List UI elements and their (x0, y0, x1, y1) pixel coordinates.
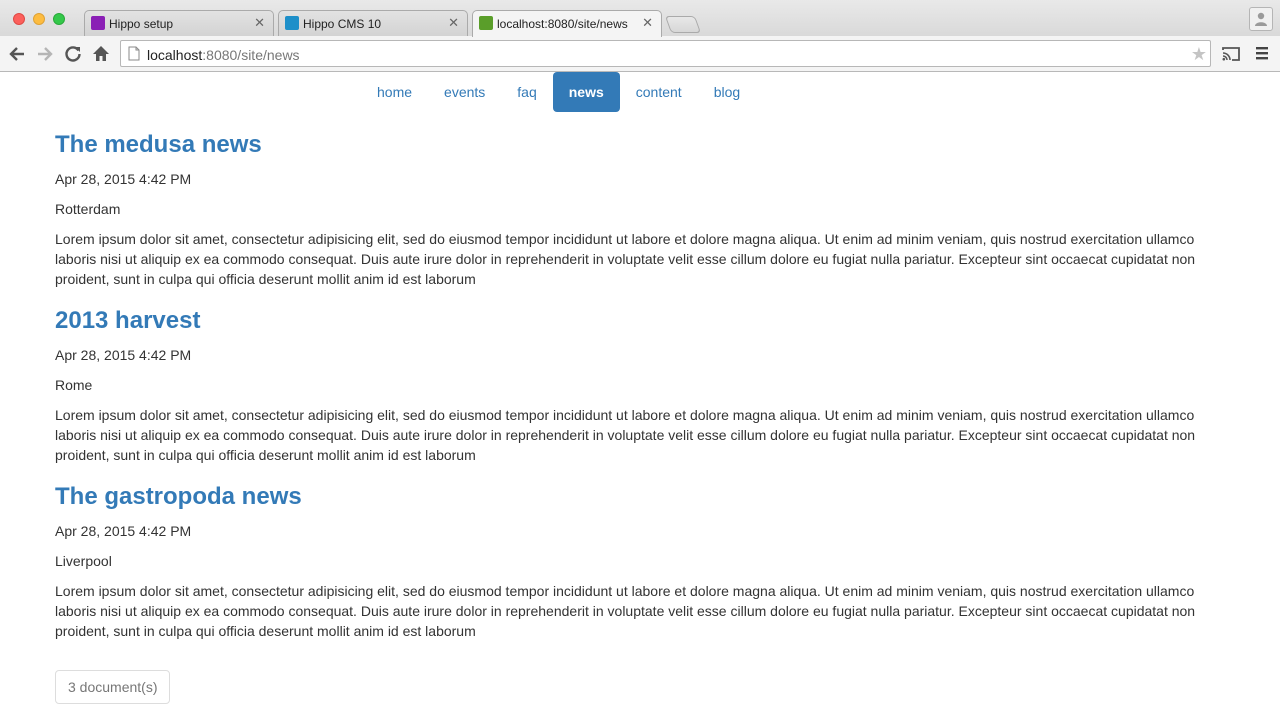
article-title-link[interactable]: The gastropoda news (55, 482, 1225, 512)
tab-close-icon[interactable]: ✕ (448, 15, 459, 31)
page-icon (128, 46, 140, 61)
browser-tab-hippo-setup[interactable]: Hippo setup ✕ (84, 10, 274, 36)
close-window-button[interactable] (13, 13, 25, 25)
site-nav: home events faq news content blog (361, 72, 756, 112)
profile-button[interactable] (1249, 7, 1273, 31)
cast-icon[interactable] (1221, 45, 1241, 63)
browser-tab-hippo-cms[interactable]: Hippo CMS 10 ✕ (278, 10, 468, 36)
tab-close-icon[interactable]: ✕ (642, 15, 653, 31)
article-location: Rome (55, 377, 93, 393)
nav-item-faq[interactable]: faq (501, 72, 552, 112)
nav-item-events[interactable]: events (428, 72, 501, 112)
browser-toolbar: localhost:8080/site/news ★ (0, 36, 1280, 72)
back-arrow-icon[interactable] (7, 44, 27, 64)
tab-title: Hippo setup (109, 17, 174, 31)
article-date: Apr 28, 2015 4:42 PM (55, 347, 192, 363)
article-body: Lorem ipsum dolor sit amet, consectetur … (55, 583, 1196, 639)
tab-title: Hippo CMS 10 (303, 17, 382, 31)
url-path: :8080/site/news (202, 47, 300, 63)
url-host: localhost (147, 47, 203, 63)
site-favicon-icon (479, 16, 493, 30)
article-body: Lorem ipsum dolor sit amet, consectetur … (55, 231, 1196, 287)
news-article: The gastropoda news Apr 28, 2015 4:42 PM… (55, 482, 1225, 658)
reload-icon[interactable] (63, 44, 83, 64)
bookmark-star-icon[interactable]: ★ (1191, 44, 1207, 65)
article-location: Rotterdam (55, 201, 121, 217)
article-body: Lorem ipsum dolor sit amet, consectetur … (55, 407, 1196, 463)
article-date: Apr 28, 2015 4:42 PM (55, 523, 192, 539)
zoom-window-button[interactable] (53, 13, 65, 25)
browser-titlebar: Hippo setup ✕ Hippo CMS 10 ✕ localhost:8… (0, 0, 1280, 37)
forward-arrow-icon[interactable] (35, 44, 55, 64)
nav-item-home[interactable]: home (361, 72, 428, 112)
person-icon (1255, 12, 1267, 26)
news-list: The medusa news Apr 28, 2015 4:42 PM Rot… (55, 130, 1225, 658)
home-icon[interactable] (91, 44, 111, 64)
hippo-favicon-icon (91, 16, 105, 30)
article-title-link[interactable]: 2013 harvest (55, 306, 1225, 336)
nav-item-blog[interactable]: blog (698, 72, 756, 112)
menu-icon[interactable] (1255, 45, 1269, 61)
nav-item-content[interactable]: content (620, 72, 698, 112)
article-title-link[interactable]: The medusa news (55, 130, 1225, 160)
minimize-window-button[interactable] (33, 13, 45, 25)
new-tab-button[interactable] (664, 16, 702, 33)
tab-close-icon[interactable]: ✕ (254, 15, 265, 31)
browser-tab-news[interactable]: localhost:8080/site/news ✕ (472, 10, 662, 37)
url-text: localhost:8080/site/news (147, 47, 300, 63)
hippo-cms-favicon-icon (285, 16, 299, 30)
news-article: The medusa news Apr 28, 2015 4:42 PM Rot… (55, 130, 1225, 306)
document-count-badge: 3 document(s) (55, 670, 171, 704)
article-location: Liverpool (55, 553, 112, 569)
nav-item-news[interactable]: news (552, 72, 620, 112)
news-article: 2013 harvest Apr 28, 2015 4:42 PM Rome L… (55, 306, 1225, 482)
address-bar[interactable]: localhost:8080/site/news ★ (120, 40, 1211, 67)
article-date: Apr 28, 2015 4:42 PM (55, 171, 192, 187)
tab-title: localhost:8080/site/news (497, 17, 628, 31)
